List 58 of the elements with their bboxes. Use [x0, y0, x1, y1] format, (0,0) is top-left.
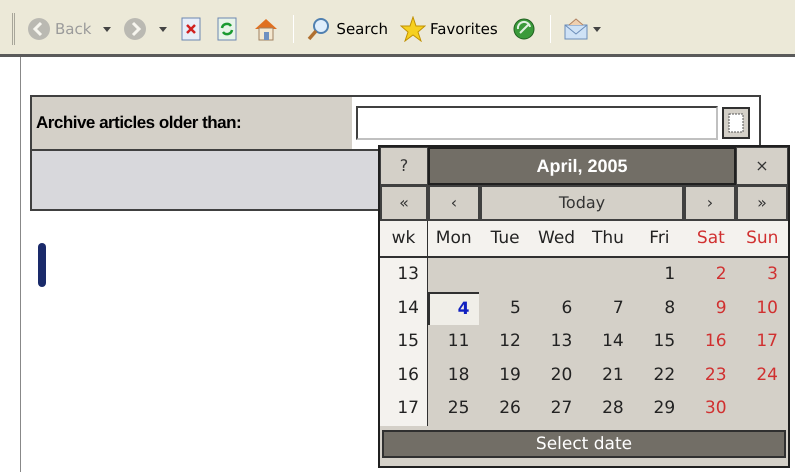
- date-input-field[interactable]: [356, 106, 718, 140]
- weekday-heading: Thu: [591, 226, 625, 250]
- calendar-icon: [728, 113, 744, 133]
- weekday-heading: Sat: [696, 226, 726, 250]
- day-cell[interactable]: 7: [582, 292, 634, 325]
- close-button[interactable]: ×: [736, 147, 788, 185]
- caret-icon: [159, 26, 168, 32]
- globe-icon: [512, 17, 536, 41]
- help-button[interactable]: ?: [380, 147, 428, 185]
- day-cell[interactable]: 13: [530, 325, 582, 358]
- previous-month-button[interactable]: ‹: [428, 185, 480, 221]
- week-number: 14: [380, 292, 428, 325]
- calendar-button[interactable]: [722, 107, 750, 139]
- calendar-title: April, 2005: [428, 147, 736, 185]
- weekday-heading: Wed: [537, 226, 576, 250]
- weekday-heading: Sun: [745, 226, 780, 250]
- status-bar: Select date: [382, 430, 786, 458]
- page-x-icon: [181, 17, 202, 41]
- search-button[interactable]: Search: [302, 11, 392, 47]
- week-number: 13: [380, 258, 428, 292]
- day-cell[interactable]: 1: [634, 258, 686, 292]
- day-cell[interactable]: 22: [634, 358, 686, 392]
- day-cell[interactable]: 21: [582, 358, 634, 392]
- today-button[interactable]: Today: [480, 185, 684, 221]
- weekday-heading: Tue: [490, 226, 521, 250]
- day-cell[interactable]: 12: [479, 325, 531, 358]
- day-cell[interactable]: 18: [428, 358, 480, 392]
- week-number: 17: [380, 392, 428, 426]
- caret-icon: [592, 26, 601, 32]
- day-cell[interactable]: 6: [530, 292, 582, 325]
- day-cell[interactable]: 28: [582, 392, 634, 426]
- weekday-heading: Mon: [434, 226, 473, 250]
- weekday-heading: Fri: [648, 226, 671, 250]
- week-heading: wk: [380, 221, 428, 256]
- week-number: 16: [380, 358, 428, 392]
- next-month-button[interactable]: ›: [684, 185, 736, 221]
- day-cell[interactable]: 19: [479, 358, 531, 392]
- day-cell[interactable]: 20: [530, 358, 582, 392]
- next-year-button[interactable]: »: [736, 185, 788, 221]
- house-icon: [253, 16, 280, 42]
- day-cell[interactable]: 14: [582, 325, 634, 358]
- archive-label: Archive articles older than:: [32, 97, 352, 149]
- previous-year-button[interactable]: «: [380, 185, 428, 221]
- favorites-button[interactable]: Favorites: [396, 11, 502, 47]
- day-cell[interactable]: 8: [634, 292, 686, 325]
- day-cell[interactable]: 15: [634, 325, 686, 358]
- day-cell[interactable]: 29: [634, 392, 686, 426]
- week-number: 15: [380, 325, 428, 358]
- day-cell[interactable]: 26: [479, 392, 531, 426]
- day-cell[interactable]: 5: [479, 292, 531, 325]
- day-cell[interactable]: 11: [428, 325, 480, 358]
- day-cell[interactable]: 27: [530, 392, 582, 426]
- caret-icon: [103, 26, 112, 32]
- text-cursor: [38, 243, 46, 287]
- day-cell[interactable]: 4: [428, 292, 480, 325]
- day-cell[interactable]: 25: [428, 392, 480, 426]
- page-refresh-icon: [217, 17, 238, 41]
- star-icon: [400, 16, 426, 42]
